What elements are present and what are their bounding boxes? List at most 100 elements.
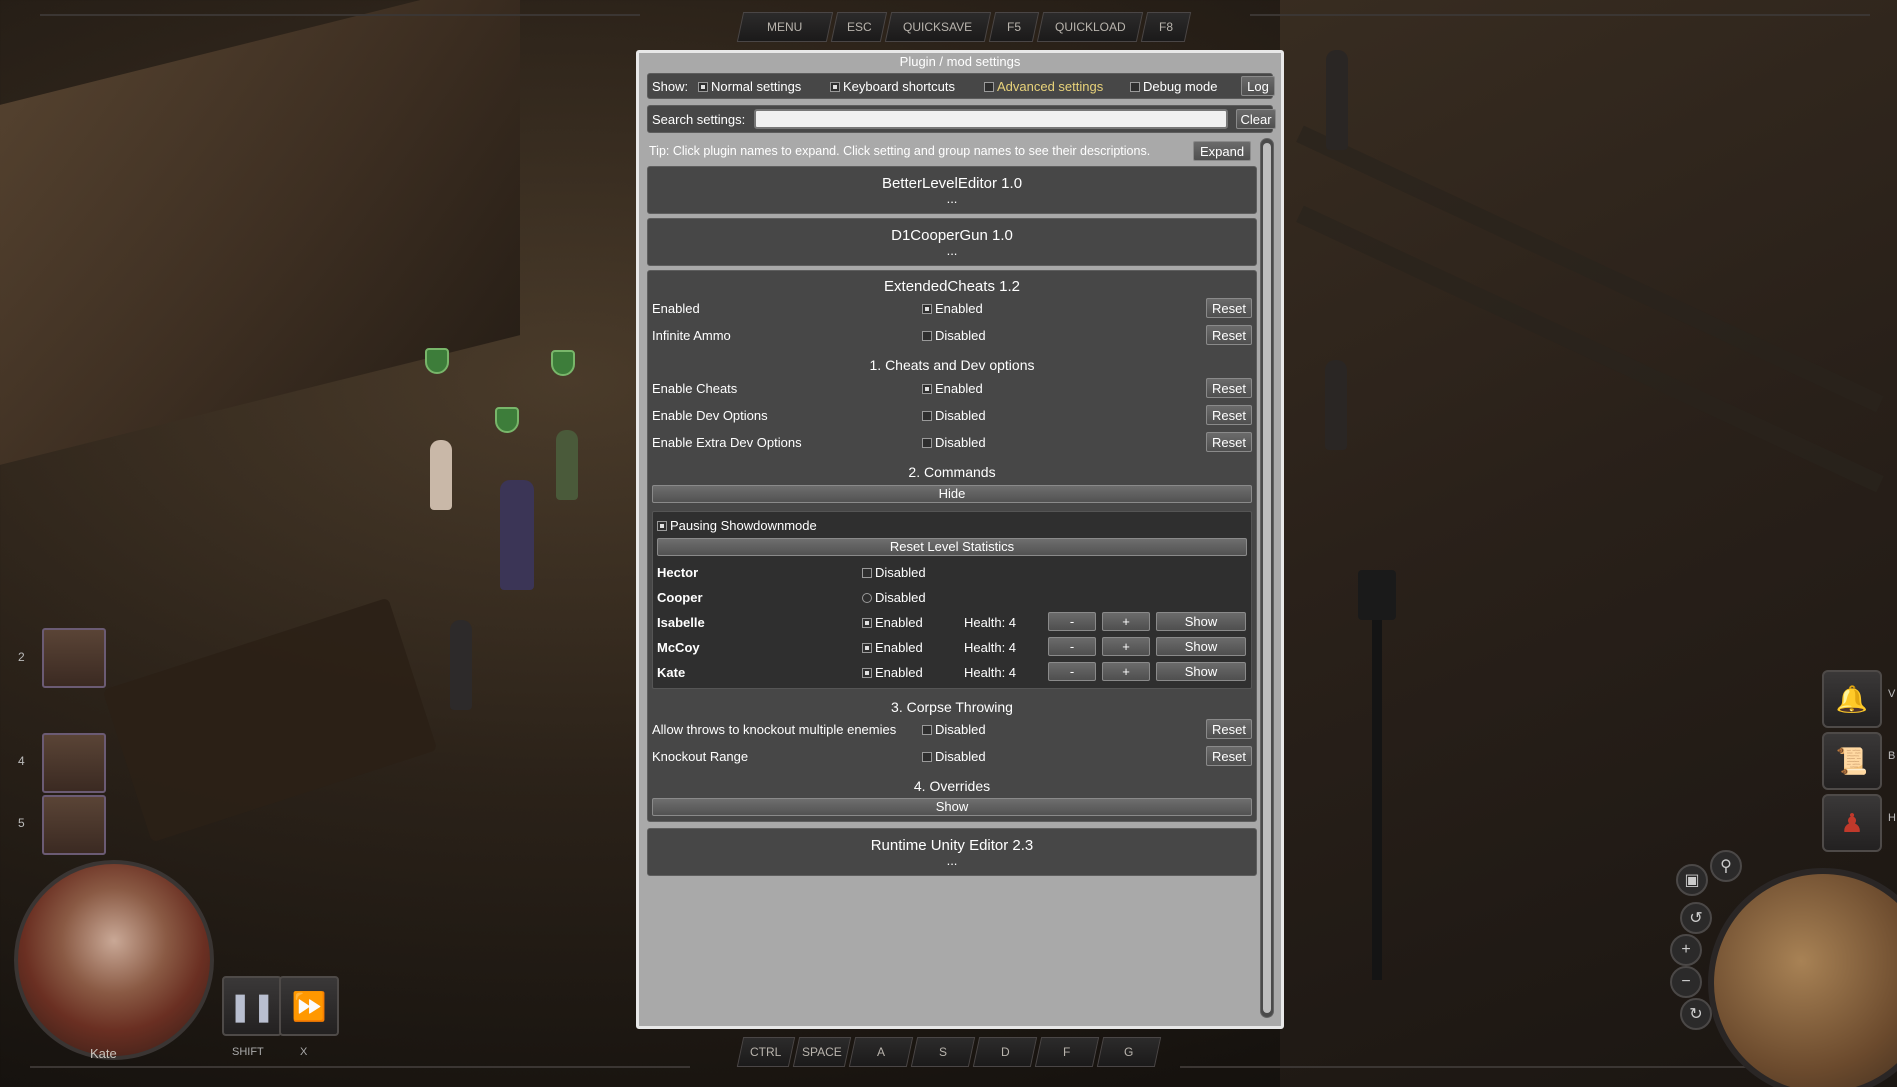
minimap-rotate-left-button[interactable]: ↺: [1680, 902, 1712, 934]
show-overrides-button[interactable]: Show: [652, 798, 1252, 816]
menu-button[interactable]: MENU: [736, 12, 834, 42]
character-row-kate: Kate Enabled Health: 4 - + Show: [657, 660, 1247, 684]
reset-level-statistics-button[interactable]: Reset Level Statistics: [657, 538, 1247, 556]
alarm-button[interactable]: 🔔: [1822, 670, 1882, 728]
reset-button[interactable]: Reset: [1206, 719, 1252, 739]
filter-debug-mode[interactable]: Debug mode: [1130, 79, 1217, 94]
pause-button[interactable]: ❚❚: [222, 976, 282, 1036]
setting-toggle[interactable]: Enabled: [922, 301, 983, 316]
setting-name[interactable]: Enable Extra Dev Options: [652, 435, 802, 450]
setting-name[interactable]: Allow throws to knockout multiple enemie…: [652, 722, 896, 737]
health-increase-button[interactable]: +: [1102, 662, 1150, 681]
active-character-portrait[interactable]: [14, 860, 214, 1060]
skill-slot-s[interactable]: S: [910, 1037, 976, 1067]
quickload-button[interactable]: QUICKLOAD: [1036, 12, 1144, 42]
health-decrease-button[interactable]: -: [1048, 637, 1096, 656]
rotate-right-icon: ↻: [1689, 1006, 1703, 1023]
skill-slot-f[interactable]: F: [1034, 1037, 1100, 1067]
setting-name[interactable]: Enable Cheats: [652, 381, 737, 396]
scene-character[interactable]: [556, 430, 578, 500]
skill-slot-g[interactable]: G: [1096, 1037, 1162, 1067]
rotate-left-icon: ↺: [1689, 910, 1703, 927]
health-decrease-button[interactable]: -: [1048, 612, 1096, 631]
show-character-button[interactable]: Show: [1156, 662, 1246, 681]
setting-toggle[interactable]: Disabled: [922, 749, 986, 764]
expand-button[interactable]: Expand: [1193, 141, 1251, 161]
plugin-title-extendedcheats[interactable]: ExtendedCheats 1.2: [648, 278, 1256, 295]
plugin-section-extendedcheats: ExtendedCheats 1.2 Enabled Enabled Reset…: [647, 270, 1257, 822]
character-toggle[interactable]: Enabled: [862, 665, 923, 680]
setting-name[interactable]: Enable Dev Options: [652, 408, 768, 423]
top-ornament-line: [1250, 14, 1870, 16]
plugin-header-d1coopergun[interactable]: D1CooperGun 1.0 ...: [647, 218, 1257, 266]
show-character-button[interactable]: Show: [1156, 612, 1246, 631]
fast-forward-button[interactable]: ⏩: [279, 976, 339, 1036]
character-slot-portrait[interactable]: [42, 733, 106, 793]
character-row-isabelle: Isabelle Enabled Health: 4 - + Show: [657, 610, 1247, 634]
minimap-search-button[interactable]: ⚲: [1710, 850, 1742, 882]
filter-advanced-settings[interactable]: Advanced settings: [984, 79, 1103, 94]
quicksave-button[interactable]: QUICKSAVE: [884, 12, 992, 42]
character-slot-portrait[interactable]: [42, 795, 106, 855]
character-toggle[interactable]: Disabled: [862, 565, 926, 580]
setting-name[interactable]: Knockout Range: [652, 749, 748, 764]
scene-character[interactable]: [1326, 50, 1348, 150]
reset-button[interactable]: Reset: [1206, 325, 1252, 345]
minimap-camera-button[interactable]: ▣: [1676, 864, 1708, 896]
setting-name[interactable]: Infinite Ammo: [652, 328, 731, 343]
health-decrease-button[interactable]: -: [1048, 662, 1096, 681]
hide-commands-button[interactable]: Hide: [652, 485, 1252, 503]
scrollbar[interactable]: [1260, 138, 1274, 1018]
setting-toggle[interactable]: Disabled: [922, 328, 986, 343]
group-title-corpse-throwing[interactable]: 3. Corpse Throwing: [648, 699, 1256, 715]
setting-toggle[interactable]: Disabled: [922, 408, 986, 423]
checkbox-icon: [698, 82, 708, 92]
setting-toggle[interactable]: Disabled: [922, 435, 986, 450]
slot-number: 2: [18, 650, 25, 664]
setting-name[interactable]: Enabled: [652, 301, 700, 316]
health-increase-button[interactable]: +: [1102, 612, 1150, 631]
reset-button[interactable]: Reset: [1206, 432, 1252, 452]
skill-slot-d[interactable]: D: [972, 1037, 1038, 1067]
setting-toggle[interactable]: Enabled: [922, 381, 983, 396]
character-toggle[interactable]: Enabled: [862, 615, 923, 630]
log-button[interactable]: Log: [1241, 76, 1275, 96]
minimap-zoom-out-button[interactable]: −: [1670, 966, 1702, 998]
ctrl-key[interactable]: CTRL: [736, 1037, 796, 1067]
minimap-zoom-in-button[interactable]: +: [1670, 934, 1702, 966]
character-row-cooper: Cooper Disabled: [657, 585, 1247, 609]
plugin-collapsed-indicator: ...: [946, 243, 958, 258]
character-sheet-button[interactable]: ♟: [1822, 794, 1882, 852]
scene-character[interactable]: [500, 480, 534, 590]
space-key[interactable]: SPACE: [792, 1037, 852, 1067]
filter-normal-settings[interactable]: Normal settings: [698, 79, 801, 94]
scene-character[interactable]: [1325, 360, 1347, 450]
character-toggle[interactable]: Disabled: [862, 590, 926, 605]
scene-character[interactable]: [430, 440, 452, 510]
group-title-overrides[interactable]: 4. Overrides: [648, 778, 1256, 794]
health-increase-button[interactable]: +: [1102, 637, 1150, 656]
pausing-showdownmode-toggle[interactable]: Pausing Showdownmode: [657, 518, 817, 533]
map-scroll-button[interactable]: 📜: [1822, 732, 1882, 790]
reset-button[interactable]: Reset: [1206, 746, 1252, 766]
plugin-header-runtime-unity-editor[interactable]: Runtime Unity Editor 2.3 ...: [647, 828, 1257, 876]
plugin-collapsed-indicator: ...: [946, 853, 958, 868]
reset-button[interactable]: Reset: [1206, 378, 1252, 398]
scene-character[interactable]: [450, 620, 472, 710]
search-input[interactable]: [756, 112, 1226, 128]
top-ornament-line: [40, 14, 640, 16]
minimap-rotate-right-button[interactable]: ↻: [1680, 998, 1712, 1030]
clear-button[interactable]: Clear: [1236, 109, 1276, 129]
character-toggle[interactable]: Enabled: [862, 640, 923, 655]
show-character-button[interactable]: Show: [1156, 637, 1246, 656]
scrollbar-thumb[interactable]: [1263, 143, 1271, 1013]
reset-button[interactable]: Reset: [1206, 405, 1252, 425]
character-slot-portrait[interactable]: [42, 628, 106, 688]
filter-keyboard-shortcuts[interactable]: Keyboard shortcuts: [830, 79, 955, 94]
reset-button[interactable]: Reset: [1206, 298, 1252, 318]
setting-toggle[interactable]: Disabled: [922, 722, 986, 737]
group-title-cheats-dev[interactable]: 1. Cheats and Dev options: [648, 357, 1256, 373]
plugin-header-betterleveleditor[interactable]: BetterLevelEditor 1.0 ...: [647, 166, 1257, 214]
skill-slot-a[interactable]: A: [848, 1037, 914, 1067]
group-title-commands[interactable]: 2. Commands: [648, 464, 1256, 480]
